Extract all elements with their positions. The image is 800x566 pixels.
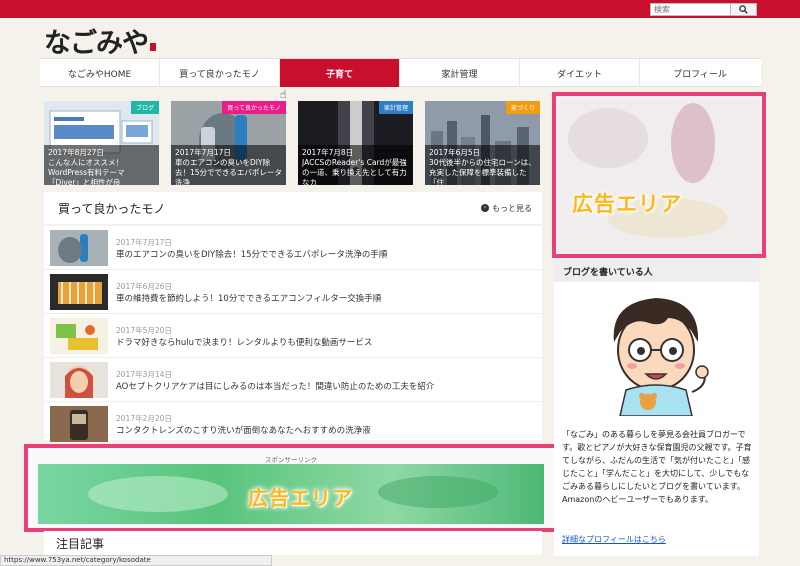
search-button[interactable] (730, 4, 756, 15)
list-title: 車のエアコンの臭いをDIY除去！15分でできるエバポレータ洗浄の手順 (116, 250, 388, 260)
avatar (613, 298, 709, 416)
featured-card[interactable]: 家づくり 2017年6月5日 30代後半からの住宅ローンは、充実した保障を標準装… (425, 101, 540, 185)
card-title: JACCSのReader's Cardが最強の一道、乗り換え先として有力なカ (302, 158, 407, 185)
list-item[interactable]: 2017年6月26日 車の維持費を節約しよう！10分でできるエアコンフィルター交… (44, 270, 542, 314)
list-thumbnail (50, 274, 108, 310)
profile-widget: ブログを書いている人 「なごみ」のある暮らしを夢見る会社員ブロガーです。歌とピア… (554, 260, 759, 556)
list-thumbnail (50, 362, 108, 398)
chevron-right-icon: › (481, 204, 489, 212)
list-item[interactable]: 2017年2月20日 コンタクトレンズのこすり洗いが面倒なあなたへおすすめの洗浄… (44, 402, 542, 446)
nav-item-diet[interactable]: ダイエット (520, 59, 640, 87)
logo-text: なごみや (44, 27, 149, 59)
article-list: 2017年7月17日 車のエアコンの臭いをDIY除去！15分でできるエバポレータ… (44, 226, 542, 446)
list-thumbnail (50, 230, 108, 266)
featured-card[interactable]: 買って良かったモノ 2017年7月17日 車のエアコンの臭いをDIY除去！15分… (171, 101, 286, 185)
card-date: 2017年8月27日 (48, 148, 104, 157)
list-thumbnail (50, 406, 108, 442)
list-item[interactable]: 2017年5月20日 ドラマ好きならhuluで決まり！レンタルよりも便利な動画サ… (44, 314, 542, 358)
profile-bio-text: 「なごみ」のある暮らしを夢見る会社員ブロガーです。歌とピアノが大好きな保育園児の… (562, 430, 752, 491)
featured-card[interactable]: 家計管理 2017年7月8日 JACCSのReader's Cardが最強の一道… (298, 101, 413, 185)
card-category: ブログ (130, 101, 159, 114)
list-title: AOセプトクリアケアは目にしみるのは本当だった！間違い防止のための工夫を紹介 (116, 382, 435, 392)
nav-item-kakei[interactable]: 家計管理 (400, 59, 520, 87)
section-title: 買って良かったモノ (58, 201, 166, 216)
card-date: 2017年7月17日 (175, 148, 231, 157)
search-input[interactable] (651, 4, 730, 15)
nav-item-goods[interactable]: 買って良かったモノ (160, 59, 280, 87)
list-title: 車の維持費を節約しよう！10分でできるエアコンフィルター交換手順 (116, 294, 382, 304)
more-link[interactable]: › もっと見る (481, 203, 532, 214)
ad-area-bottom[interactable]: スポンサーリンク 広告エリア (24, 444, 558, 532)
list-date: 2017年6月26日 (116, 282, 172, 291)
nav-item-kosodate[interactable]: 子育て (280, 59, 400, 87)
card-category: 家づくり (505, 101, 540, 114)
list-date: 2017年2月20日 (116, 414, 172, 423)
list-thumbnail (50, 318, 108, 354)
card-caption: 2017年7月8日 JACCSのReader's Cardが最強の一道、乗り換え… (298, 145, 413, 185)
logo-seal (150, 43, 156, 51)
list-title: ドラマ好きならhuluで決まり！レンタルよりも便利な動画サービス (116, 338, 373, 348)
profile-detail-link[interactable]: 詳細なプロフィールはこちら (562, 534, 666, 545)
card-category: 買って良かったモノ (222, 101, 286, 114)
card-title: こんな人にオススメ！WordPress有料テーマ「Diver」と相性が良 (48, 158, 125, 185)
site-logo[interactable]: なごみや (44, 22, 156, 59)
list-item[interactable]: 2017年3月14日 AOセプトクリアケアは目にしみるのは本当だった！間違い防止… (44, 358, 542, 402)
more-link-label: もっと見る (492, 203, 532, 213)
profile-header: ブログを書いている人 (554, 260, 759, 282)
sponsor-label: スポンサーリンク (265, 456, 317, 464)
ad-area-label: 広告エリア (572, 192, 682, 216)
list-date: 2017年7月17日 (116, 238, 172, 247)
list-date: 2017年5月20日 (116, 326, 172, 335)
top-bar (0, 0, 800, 18)
global-nav: なごみやHOME 買って良かったモノ 子育て 家計管理 ダイエット プロフィール (40, 58, 761, 87)
hand-cursor-icon: ☝ (280, 88, 287, 101)
nav-item-profile[interactable]: プロフィール (640, 59, 760, 87)
ad-area-label: 広告エリア (248, 486, 353, 510)
section-header: 買って良かったモノ › もっと見る (44, 192, 542, 224)
featured-card[interactable]: ブログ 2017年8月27日 こんな人にオススメ！WordPress有料テーマ「… (44, 101, 159, 185)
featured-cards: ブログ 2017年8月27日 こんな人にオススメ！WordPress有料テーマ「… (44, 101, 540, 185)
search-icon (739, 5, 748, 14)
ad-area-sidebar[interactable]: 広告エリア (552, 92, 766, 258)
card-date: 2017年7月8日 (302, 148, 354, 157)
ad-blurred-image (558, 98, 760, 252)
card-caption: 2017年8月27日 こんな人にオススメ！WordPress有料テーマ「Dive… (44, 145, 159, 185)
list-date: 2017年3月14日 (116, 370, 172, 379)
card-caption: 2017年7月17日 車のエアコンの臭いをDIY除去！15分でできるエバポレータ… (171, 145, 286, 185)
card-title: 車のエアコンの臭いをDIY除去！15分でできるエバポレータ洗浄 (175, 158, 282, 185)
attention-heading: 注目記事 (44, 531, 542, 555)
list-title: コンタクトレンズのこすり洗いが面倒なあなたへおすすめの洗浄液 (116, 426, 371, 436)
card-category: 家計管理 (378, 101, 413, 114)
card-caption: 2017年6月5日 30代後半からの住宅ローンは、充実した保障を標準装備した「住 (425, 145, 540, 185)
profile-bio-extra: Amazonのヘビーユーザーでもあります。 (562, 495, 713, 504)
list-item[interactable]: 2017年7月17日 車のエアコンの臭いをDIY除去！15分でできるエバポレータ… (44, 226, 542, 270)
search-box (650, 3, 757, 16)
nav-item-home[interactable]: なごみやHOME (40, 59, 160, 87)
card-date: 2017年6月5日 (429, 148, 481, 157)
profile-bio: 「なごみ」のある暮らしを夢見る会社員ブロガーです。歌とピアノが大好きな保育園児の… (562, 428, 754, 506)
card-title: 30代後半からの住宅ローンは、充実した保障を標準装備した「住 (429, 158, 536, 185)
status-bar-url: https://www.753ya.net/category/kosodate (0, 555, 272, 566)
